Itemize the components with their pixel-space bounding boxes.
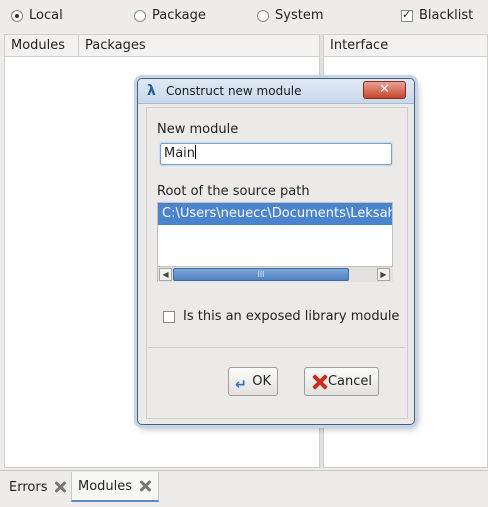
radio-icon: [134, 9, 146, 22]
modules-column-header[interactable]: Modules: [5, 35, 79, 57]
dialog-titlebar[interactable]: λ Construct new module ✕: [138, 79, 414, 104]
tab-errors[interactable]: Errors: [3, 472, 73, 502]
cancel-label: Cancel: [327, 374, 372, 389]
interface-column-header[interactable]: Interface: [324, 35, 487, 57]
modules-column-label: Modules: [11, 38, 66, 53]
ok-button[interactable]: ↵ OK: [228, 367, 278, 396]
lambda-icon: λ: [147, 83, 156, 99]
new-module-label: New module: [157, 122, 239, 137]
root-path-label: Root of the source path: [157, 184, 310, 199]
checkbox-icon: [163, 310, 175, 323]
scroll-thumb[interactable]: III: [173, 268, 349, 281]
scroll-right-icon[interactable]: ▶: [377, 268, 390, 281]
scope-system-label: System: [275, 8, 324, 23]
text-caret: [195, 145, 197, 159]
divider: [148, 347, 405, 348]
blacklist-label: Blacklist: [419, 8, 474, 23]
tab-modules[interactable]: Modules: [71, 472, 160, 502]
scope-toolbar: Local Package System Blacklist: [0, 0, 488, 32]
close-button[interactable]: ✕: [363, 81, 406, 99]
exposed-module-label: Is this an exposed library module: [183, 309, 400, 324]
cancel-x-icon: [311, 373, 325, 391]
new-module-value: Main: [164, 146, 196, 161]
packages-column-header[interactable]: Packages: [79, 35, 319, 57]
return-arrow-icon: ↵: [235, 376, 247, 393]
blacklist-checkbox[interactable]: Blacklist: [401, 8, 473, 23]
scope-local-label: Local: [29, 8, 63, 23]
exposed-module-checkbox[interactable]: Is this an exposed library module: [163, 309, 399, 324]
horizontal-scrollbar[interactable]: ◀ III ▶: [158, 266, 393, 282]
interface-column-label: Interface: [330, 38, 389, 53]
checkbox-checked-icon: [401, 8, 413, 22]
ok-label: OK: [252, 374, 271, 389]
radio-icon: [257, 9, 269, 22]
radio-selected-icon: [11, 9, 23, 22]
scope-system-radio[interactable]: System: [257, 8, 323, 23]
tab-modules-label: Modules: [78, 478, 133, 494]
close-icon[interactable]: [53, 480, 67, 494]
scroll-left-icon[interactable]: ◀: [159, 268, 172, 281]
tab-errors-label: Errors: [9, 479, 48, 495]
cancel-button[interactable]: Cancel: [304, 367, 379, 396]
scope-package-label: Package: [152, 8, 206, 23]
close-icon[interactable]: [138, 479, 152, 493]
packages-column-label: Packages: [85, 38, 146, 53]
dialog-title: Construct new module: [166, 84, 302, 98]
new-module-input[interactable]: Main: [160, 143, 392, 165]
scope-local-radio[interactable]: Local: [11, 8, 63, 23]
scope-package-radio[interactable]: Package: [134, 8, 206, 23]
list-item[interactable]: C:\Users\neuecc\Documents\Leksah: [158, 203, 392, 225]
